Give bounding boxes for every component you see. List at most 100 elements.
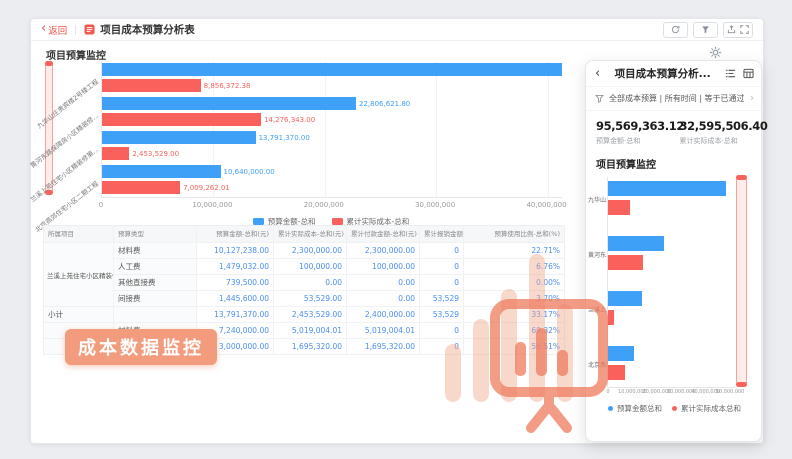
filter-summary: 全部成本预算 | 所有时间 | 等于已通过 bbox=[609, 93, 745, 104]
bar-budget[interactable] bbox=[102, 63, 562, 76]
column-header: 预算类型 bbox=[114, 226, 197, 243]
bar-budget[interactable] bbox=[102, 131, 256, 144]
kpi-budget-total: 95,569,363.12 预算金额·总和 bbox=[596, 119, 670, 146]
column-header: 累计付款金额-总和(元) bbox=[347, 226, 420, 243]
divider bbox=[75, 25, 76, 35]
value-cell: 53,529 bbox=[420, 291, 464, 307]
bar-value-label: 7,009,262.01 bbox=[183, 184, 230, 192]
legend-label: 累计实际成本总和 bbox=[681, 403, 741, 414]
fullscreen-icon bbox=[740, 25, 749, 34]
chevron-right-icon: › bbox=[750, 94, 754, 104]
value-cell: 56.51% bbox=[464, 339, 564, 355]
plot-area: 8,856,372.3822,806,621.8014,276,343.0013… bbox=[101, 61, 562, 198]
value-cell: 0 bbox=[420, 323, 464, 339]
value-cell: 0 bbox=[420, 275, 464, 291]
category-label: 九华山.. bbox=[588, 195, 607, 204]
category-label: 黄河东.. bbox=[588, 250, 607, 259]
bar-budget[interactable] bbox=[608, 181, 726, 196]
bar-budget[interactable] bbox=[608, 291, 642, 306]
bar-actual-cost[interactable] bbox=[102, 181, 180, 194]
value-cell: 6.76% bbox=[464, 259, 564, 275]
table-header-row: 所属项目预算类型预算金额-总和(元)累计实际成本-总和(元)累计付款金额-总和(… bbox=[44, 226, 564, 243]
back-button[interactable]: ‹ 返回 bbox=[41, 23, 67, 37]
panel-chart-zoom-slider[interactable] bbox=[736, 175, 747, 387]
bar-value-label: 14,276,343.00 bbox=[264, 116, 315, 124]
value-cell: 1,445,600.00 bbox=[197, 291, 274, 307]
bar-budget[interactable] bbox=[608, 346, 634, 361]
bar-actual-cost[interactable] bbox=[102, 147, 129, 160]
column-header: 预算使用比例-总和(%) bbox=[464, 226, 564, 243]
value-cell: 2,400,000.00 bbox=[347, 307, 420, 323]
slider-handle-top[interactable] bbox=[736, 175, 747, 180]
value-cell: 100,000.00 bbox=[274, 259, 347, 275]
window-topbar: ‹ 返回 项目成本预算分析表 bbox=[31, 19, 763, 41]
bar-value-label: 2,453,529.00 bbox=[132, 150, 179, 158]
slider-handle-bottom[interactable] bbox=[736, 382, 747, 387]
desktop: ‹ 返回 项目成本预算分析表 项目预算监控 bbox=[0, 0, 792, 459]
bar-budget[interactable] bbox=[608, 236, 664, 251]
legend-dot-red bbox=[672, 406, 677, 411]
value-cell: 1,479,032.00 bbox=[197, 259, 274, 275]
back-label: 返回 bbox=[48, 23, 67, 37]
export-fullscreen-button[interactable] bbox=[723, 22, 753, 38]
legend-item-actual[interactable]: 累计实际成本总和 bbox=[672, 403, 741, 414]
kpi-value: 32,595,506.40 bbox=[680, 119, 754, 133]
bar-actual-cost[interactable] bbox=[102, 113, 261, 126]
category-label: 兰溪上.. bbox=[588, 305, 607, 314]
axis-line bbox=[607, 387, 735, 388]
value-cell: 69.32% bbox=[464, 323, 564, 339]
column-header: 累计报销金额-总和(元) bbox=[420, 226, 464, 243]
table-icon[interactable] bbox=[743, 68, 754, 79]
legend-swatch-red bbox=[332, 218, 343, 225]
filter-icon bbox=[595, 94, 604, 103]
axis-tick-label: 20,000,000 bbox=[284, 201, 364, 209]
page-title: 项目成本预算分析表 bbox=[100, 22, 195, 37]
refresh-button[interactable] bbox=[663, 22, 688, 38]
bar-actual-cost[interactable] bbox=[102, 79, 201, 92]
annotation-badge: 成本数据监控 bbox=[65, 329, 217, 365]
report-icon bbox=[84, 24, 95, 35]
toolbar bbox=[663, 22, 753, 38]
bar-actual-cost[interactable] bbox=[608, 365, 625, 380]
bar-actual-cost[interactable] bbox=[608, 310, 614, 325]
kpi-value: 95,569,363.12 bbox=[596, 119, 670, 133]
legend-item-budget[interactable]: 预算金额总和 bbox=[608, 403, 662, 414]
panel-section-title: 项目预算监控 bbox=[596, 156, 656, 171]
value-cell: 739,500.00 bbox=[197, 275, 274, 291]
kpi-actual-total: 32,595,506.40 累计实际成本·总和 bbox=[680, 119, 754, 146]
axis-tick-label: 0 bbox=[61, 201, 141, 209]
gear-icon[interactable] bbox=[709, 44, 722, 57]
table-row: 材料费10,127,238.002,300,000.002,300,000.00… bbox=[44, 243, 564, 259]
value-cell: 13,791,370.00 bbox=[197, 307, 274, 323]
legend-dot-blue bbox=[608, 406, 613, 411]
bar-actual-cost[interactable] bbox=[608, 255, 643, 270]
budget-type-cell bbox=[114, 307, 197, 323]
bar-value-label: 10,640,000.00 bbox=[224, 168, 275, 176]
value-cell: 0 bbox=[420, 339, 464, 355]
column-header: 预算金额-总和(元) bbox=[197, 226, 274, 243]
value-cell: 2,300,000.00 bbox=[274, 243, 347, 259]
budget-type-cell: 人工费 bbox=[114, 259, 197, 275]
list-icon[interactable] bbox=[725, 68, 736, 79]
kpi-label: 预算金额·总和 bbox=[596, 136, 670, 146]
merged-project-cell: 兰溪上苑住宅小区精装修第... bbox=[44, 243, 114, 307]
value-cell: 0.00 bbox=[347, 275, 420, 291]
value-cell: 2,300,000.00 bbox=[347, 243, 420, 259]
bar-budget[interactable] bbox=[102, 165, 221, 178]
panel-title: 项目成本预算分析... bbox=[600, 66, 725, 81]
column-header: 所属项目 bbox=[44, 226, 114, 243]
panel-filter-bar[interactable]: 全部成本预算 | 所有时间 | 等于已通过 › bbox=[586, 87, 763, 111]
axis-tick-label: 30,000,000 bbox=[395, 201, 475, 209]
value-cell: 0.00% bbox=[464, 275, 564, 291]
bar-value-label: 8,856,372.38 bbox=[204, 82, 251, 90]
category-label: 北京燕.. bbox=[588, 360, 607, 369]
value-cell: 53,529.00 bbox=[274, 291, 347, 307]
bar-value-label: 13,791,370.00 bbox=[259, 134, 310, 142]
column-header: 累计实际成本-总和(元) bbox=[274, 226, 347, 243]
filter-button[interactable] bbox=[693, 22, 718, 38]
table-row: 其他直接费739,500.000.000.0000.00% bbox=[44, 275, 564, 291]
bar-actual-cost[interactable] bbox=[608, 200, 630, 215]
mobile-preview-panel: ‹ 项目成本预算分析... 全部成本预算 | 所有时间 | 等于已通过 › 95… bbox=[585, 60, 762, 442]
bar-budget[interactable] bbox=[102, 97, 356, 110]
legend-label: 预算金额总和 bbox=[617, 403, 662, 414]
